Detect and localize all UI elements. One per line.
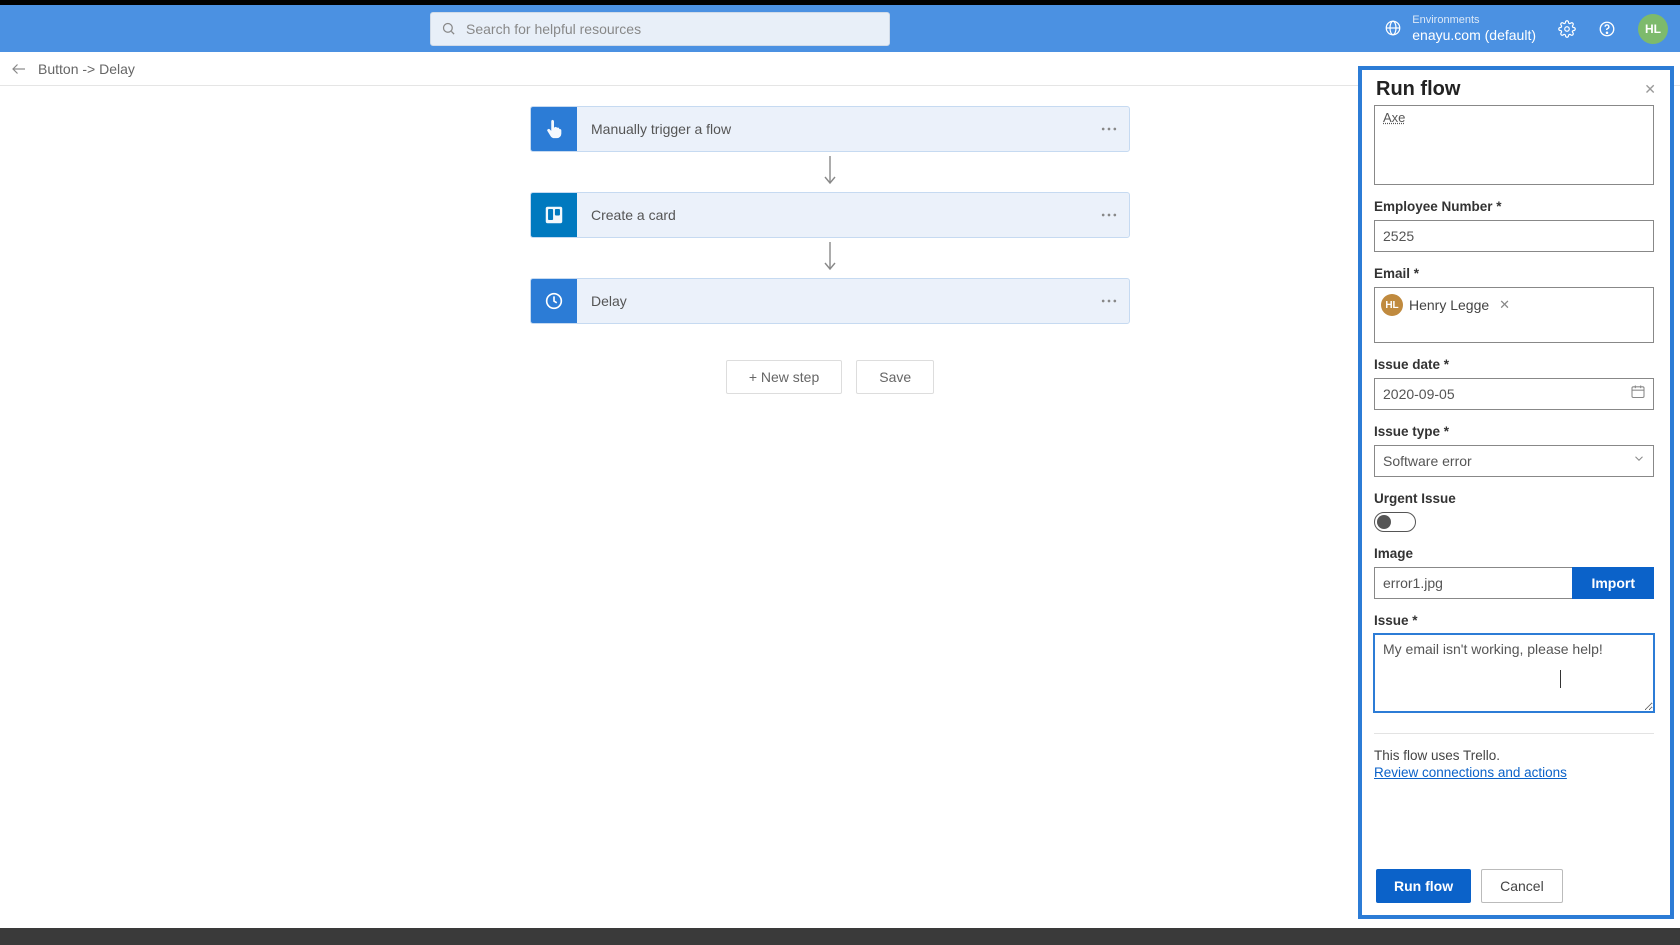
user-avatar[interactable]: HL xyxy=(1638,14,1668,44)
flow-designer: Manually trigger a flow Create a card xyxy=(530,106,1130,394)
flow-step-delay[interactable]: Delay xyxy=(530,278,1130,324)
issue-date-input[interactable] xyxy=(1374,378,1654,410)
more-icon[interactable] xyxy=(1089,205,1129,225)
search-placeholder: Search for helpful resources xyxy=(466,21,641,37)
status-bar xyxy=(0,928,1680,945)
flow-step-label: Manually trigger a flow xyxy=(577,121,1089,137)
chip-remove-icon[interactable]: ✕ xyxy=(1499,297,1510,313)
environment-name: enayu.com (default) xyxy=(1412,27,1536,43)
run-flow-button[interactable]: Run flow xyxy=(1376,869,1471,903)
search-icon xyxy=(441,21,456,36)
person-chip-name: Henry Legge xyxy=(1409,297,1489,313)
email-people-picker[interactable]: HL Henry Legge ✕ xyxy=(1374,287,1654,343)
image-filename-input[interactable] xyxy=(1374,567,1572,599)
flow-step-create-card[interactable]: Create a card xyxy=(530,192,1130,238)
flow-arrow xyxy=(530,152,1130,192)
issue-type-label: Issue type * xyxy=(1374,424,1654,439)
environment-picker[interactable]: Environments enayu.com (default) xyxy=(1384,14,1536,43)
flow-step-label: Create a card xyxy=(577,207,1089,223)
text-cursor xyxy=(1560,670,1561,688)
global-search[interactable]: Search for helpful resources xyxy=(430,12,890,46)
issue-type-select[interactable] xyxy=(1374,445,1654,477)
flow-arrow xyxy=(530,238,1130,278)
urgent-issue-label: Urgent Issue xyxy=(1374,491,1654,506)
issue-date-label: Issue date * xyxy=(1374,357,1654,372)
flow-uses-text: This flow uses Trello. xyxy=(1374,748,1654,763)
top-bar: Search for helpful resources Environment… xyxy=(0,5,1680,52)
clock-icon xyxy=(531,278,577,324)
chevron-down-icon[interactable] xyxy=(1632,452,1646,471)
panel-title: Run flow xyxy=(1376,78,1644,101)
email-label: Email * xyxy=(1374,266,1654,281)
more-icon[interactable] xyxy=(1089,119,1129,139)
review-connections-link[interactable]: Review connections and actions xyxy=(1374,765,1567,780)
issue-textarea[interactable] xyxy=(1374,634,1654,712)
new-step-button[interactable]: + New step xyxy=(726,360,842,394)
close-icon[interactable]: ✕ xyxy=(1644,81,1656,98)
import-button[interactable]: Import xyxy=(1572,567,1654,599)
environment-label: Environments xyxy=(1412,14,1536,27)
breadcrumb: Button -> Delay xyxy=(38,61,135,77)
environment-icon xyxy=(1384,19,1402,37)
calendar-icon[interactable] xyxy=(1630,384,1646,405)
urgent-issue-toggle[interactable] xyxy=(1374,512,1416,532)
save-button[interactable]: Save xyxy=(856,360,934,394)
flow-step-label: Delay xyxy=(577,293,1089,309)
employee-number-label: Employee Number * xyxy=(1374,199,1654,214)
truncated-field[interactable]: Axe xyxy=(1374,105,1654,185)
help-icon[interactable] xyxy=(1598,20,1616,38)
gear-icon[interactable] xyxy=(1558,20,1576,38)
touch-icon xyxy=(531,106,577,152)
trello-icon xyxy=(531,192,577,238)
more-icon[interactable] xyxy=(1089,291,1129,311)
avatar-small: HL xyxy=(1381,294,1403,316)
image-label: Image xyxy=(1374,546,1654,561)
cancel-button[interactable]: Cancel xyxy=(1481,869,1563,903)
run-flow-panel: Run flow ✕ Axe Employee Number * Email *… xyxy=(1358,66,1674,919)
person-chip: HL Henry Legge ✕ xyxy=(1381,294,1510,316)
issue-label: Issue * xyxy=(1374,613,1654,628)
back-button[interactable] xyxy=(8,58,30,80)
employee-number-input[interactable] xyxy=(1374,220,1654,252)
flow-step-trigger[interactable]: Manually trigger a flow xyxy=(530,106,1130,152)
